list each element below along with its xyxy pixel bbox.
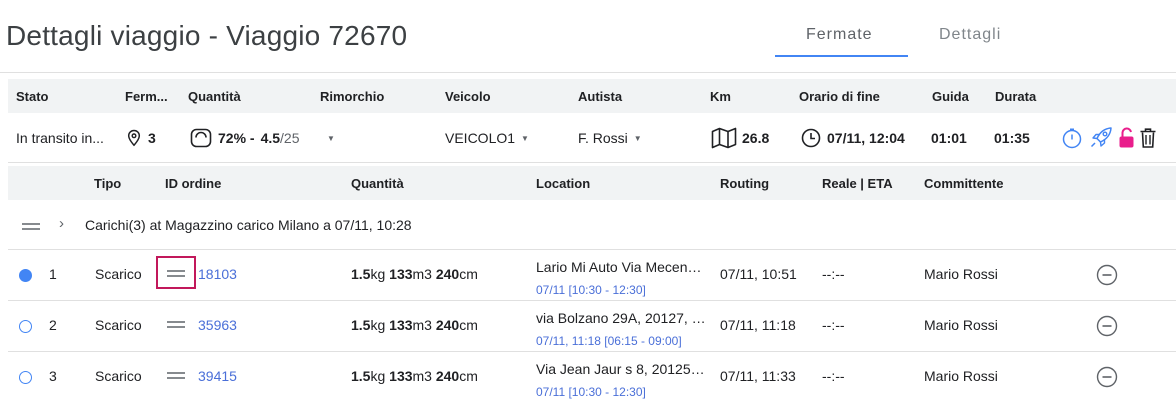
quantity-value: 4.5 [260, 130, 281, 146]
trip-summary-row: In transito in... 3 72% - 4.5 /25 ▼ VEIC… [8, 113, 1176, 163]
remove-circle-icon[interactable] [1096, 315, 1118, 337]
stops-count: 3 [126, 113, 156, 163]
quantity-total: /25 [280, 130, 300, 146]
stop-row[interactable]: 1 Scarico 18103 1.5kg 133m3 240cm Lario … [8, 250, 1176, 301]
summary-header: Stato Ferm... Quantità Rimorchio Veicolo… [8, 79, 1176, 113]
unlock-icon[interactable] [1118, 126, 1136, 150]
location-pin-icon [127, 129, 141, 147]
order-id-link[interactable]: 39415 [198, 368, 237, 384]
eta-time: --:-- [822, 368, 845, 384]
drag-handle-icon[interactable] [167, 372, 185, 379]
driving-time: 01:01 [931, 130, 967, 146]
col-id-ordine[interactable]: ID ordine [165, 176, 221, 191]
timer-icon[interactable] [1061, 127, 1083, 149]
end-time-value: 07/11, 12:04 [827, 130, 905, 146]
stop-number: 1 [49, 266, 57, 282]
end-time-summary: 07/11, 12:04 [801, 113, 905, 163]
dropdown-caret-icon: ▼ [521, 133, 529, 143]
rocket-icon[interactable] [1089, 126, 1115, 150]
quantity-percent: 72% - [218, 130, 255, 146]
stop-quantity: 1.5kg 133m3 240cm [351, 317, 478, 333]
col-km[interactable]: Km [710, 89, 731, 104]
vehicle-value: VEICOLO1 [445, 130, 516, 146]
tab-fermate[interactable]: Fermate [806, 26, 873, 44]
col-rimorchio[interactable]: Rimorchio [320, 89, 384, 104]
dropdown-caret-icon: ▼ [633, 133, 642, 143]
stop-row[interactable]: 3 Scarico 39415 1.5kg 133m3 240cm Via Je… [8, 352, 1176, 402]
status-dot-pending [19, 320, 32, 333]
page-title: Dettagli viaggio - Viaggio 72670 [6, 20, 408, 51]
eta-time: --:-- [822, 317, 845, 333]
stop-location: Via Jean Jaur s 8, 20125, Milano [536, 361, 706, 377]
col-quantita[interactable]: Quantità [188, 89, 241, 104]
status-dot-current [19, 269, 32, 282]
header-divider [0, 72, 1176, 73]
order-id-link[interactable]: 18103 [198, 266, 237, 282]
col-location[interactable]: Location [536, 176, 590, 191]
km-summary: 26.8 [711, 113, 769, 163]
stops-count-value: 3 [148, 130, 156, 146]
group-label: Carichi(3) at Magazzino carico Milano a … [85, 217, 412, 233]
stop-number: 2 [49, 317, 57, 333]
routing-time: 07/11, 10:51 [720, 266, 797, 282]
col-routing[interactable]: Routing [720, 176, 769, 191]
stop-quantity: 1.5kg 133m3 240cm [351, 368, 478, 384]
time-window: 07/11 [10:30 - 12:30] [536, 283, 646, 297]
loading-group-row[interactable]: › Carichi(3) at Magazzino carico Milano … [8, 200, 1176, 250]
stop-type: Scarico [95, 317, 142, 333]
status-dot-pending [19, 371, 32, 384]
time-window: 07/11, 11:18 [06:15 - 09:00] [536, 334, 682, 348]
stop-row[interactable]: 2 Scarico 35963 1.5kg 133m3 240cm via Bo… [8, 301, 1176, 352]
customer-name: Mario Rossi [924, 317, 998, 333]
driver-select[interactable]: F. Rossi ▼ [578, 113, 642, 163]
km-value: 26.8 [742, 130, 770, 146]
stop-quantity: 1.5kg 133m3 240cm [351, 266, 478, 282]
vehicle-select[interactable]: VEICOLO1 ▼ [445, 113, 529, 163]
tab-dettagli[interactable]: Dettagli [939, 26, 1001, 44]
col-fermate[interactable]: Ferm... [125, 89, 168, 104]
trip-actions [1061, 113, 1157, 163]
map-icon [711, 127, 737, 149]
time-window: 07/11 [10:30 - 12:30] [536, 385, 646, 399]
stop-location: Lario Mi Auto Via Mecenate... [536, 259, 706, 275]
customer-name: Mario Rossi [924, 368, 998, 384]
stop-type: Scarico [95, 368, 142, 384]
customer-name: Mario Rossi [924, 266, 998, 282]
remove-circle-icon[interactable] [1096, 264, 1118, 286]
weight-gauge-icon [190, 128, 212, 148]
trip-status: In transito in... [16, 130, 104, 146]
drag-handle-icon[interactable] [167, 270, 185, 277]
eta-time: --:-- [822, 266, 845, 282]
trash-icon[interactable] [1139, 127, 1157, 149]
col-guida[interactable]: Guida [932, 89, 969, 104]
trailer-select[interactable]: ▼ [321, 113, 335, 163]
col-stato[interactable]: Stato [16, 89, 49, 104]
stop-type: Scarico [95, 266, 142, 282]
stop-number: 3 [49, 368, 57, 384]
drag-handle-icon[interactable] [167, 321, 185, 328]
routing-time: 07/11, 11:18 [720, 317, 796, 333]
col-reale-eta[interactable]: Reale | ETA [822, 176, 893, 191]
drag-handle-icon[interactable] [22, 223, 40, 230]
col-quantita-stop[interactable]: Quantità [351, 176, 404, 191]
col-committente[interactable]: Committente [924, 176, 1003, 191]
stops-header: Tipo ID ordine Quantità Location Routing… [8, 166, 1176, 200]
quantity-summary: 72% - 4.5 /25 [190, 113, 300, 163]
remove-circle-icon[interactable] [1096, 366, 1118, 388]
active-tab-indicator [775, 55, 908, 57]
col-orario-fine[interactable]: Orario di fine [799, 89, 880, 104]
chevron-right-icon[interactable]: › [59, 215, 64, 232]
col-tipo[interactable]: Tipo [94, 176, 121, 191]
routing-time: 07/11, 11:33 [720, 368, 796, 384]
stop-location: via Bolzano 29A, 20127, Milano [536, 310, 706, 326]
driver-value: F. Rossi [578, 130, 628, 146]
clock-icon [801, 128, 821, 148]
dropdown-caret-icon: ▼ [327, 133, 335, 143]
order-id-link[interactable]: 35963 [198, 317, 237, 333]
col-durata[interactable]: Durata [995, 89, 1036, 104]
col-veicolo[interactable]: Veicolo [445, 89, 491, 104]
col-autista[interactable]: Autista [578, 89, 622, 104]
duration: 01:35 [994, 130, 1030, 146]
